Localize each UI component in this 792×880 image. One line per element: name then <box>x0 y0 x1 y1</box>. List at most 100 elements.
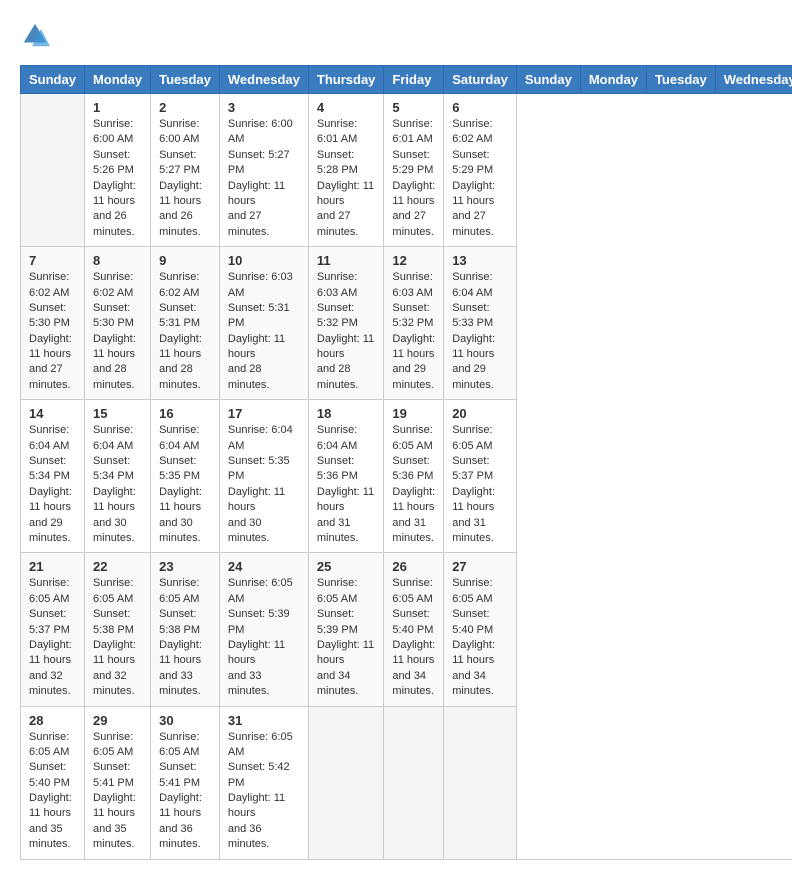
cell-content: Sunrise: 6:03 AMSunset: 5:32 PMDaylight:… <box>392 270 435 393</box>
day-number: 5 <box>392 100 435 115</box>
day-number: 28 <box>29 713 76 728</box>
calendar-cell: 25 Sunrise: 6:05 AMSunset: 5:39 PMDayligh… <box>308 553 384 706</box>
day-number: 13 <box>452 253 508 268</box>
cell-content: Sunrise: 6:02 AMSunset: 5:29 PMDaylight:… <box>452 117 508 240</box>
cell-content: Sunrise: 6:05 AMSunset: 5:37 PMDaylight:… <box>452 423 508 546</box>
calendar-cell: 15Sunrise: 6:04 AMSunset: 5:34 PMDayligh… <box>84 400 150 553</box>
calendar-cell: 28Sunrise: 6:05 AMSunset: 5:40 PMDayligh… <box>21 706 85 859</box>
calendar-cell: 13 Sunrise: 6:04 AMSunset: 5:33 PMDayligh… <box>444 247 517 400</box>
cell-content: Sunrise: 6:05 AMSunset: 5:39 PMDaylight:… <box>317 576 376 699</box>
cell-content: Sunrise: 6:05 AMSunset: 5:36 PMDaylight:… <box>392 423 435 546</box>
calendar-week-5: 28Sunrise: 6:05 AMSunset: 5:40 PMDayligh… <box>21 706 792 859</box>
calendar-cell: 22 Sunrise: 6:05 AMSunset: 5:38 PMDayligh… <box>84 553 150 706</box>
calendar-cell: 21 Sunrise: 6:05 AMSunset: 5:37 PMDayligh… <box>21 553 85 706</box>
calendar-cell: 9 Sunrise: 6:02 AMSunset: 5:31 PMDaylight… <box>151 247 220 400</box>
cell-content: Sunrise: 6:05 AMSunset: 5:39 PMDaylight:… <box>228 576 300 699</box>
day-number: 17 <box>228 406 300 421</box>
calendar-cell: 27 Sunrise: 6:05 AMSunset: 5:40 PMDayligh… <box>444 553 517 706</box>
day-number: 12 <box>392 253 435 268</box>
calendar-cell <box>384 706 444 859</box>
day-header-sunday: Sunday <box>516 66 580 94</box>
cell-content: Sunrise: 6:04 AMSunset: 5:36 PMDaylight:… <box>317 423 376 546</box>
calendar-cell: 30 Sunrise: 6:05 AMSunset: 5:41 PMDayligh… <box>151 706 220 859</box>
day-number: 30 <box>159 713 211 728</box>
day-header-saturday: Saturday <box>444 66 517 94</box>
day-number: 26 <box>392 559 435 574</box>
day-header-sunday: Sunday <box>21 66 85 94</box>
cell-content: Sunrise: 6:05 AMSunset: 5:42 PMDaylight:… <box>228 730 300 853</box>
calendar-cell: 2Sunrise: 6:00 AMSunset: 5:27 PMDaylight… <box>151 94 220 247</box>
cell-content: Sunrise: 6:00 AMSunset: 5:26 PMDaylight:… <box>93 117 142 240</box>
day-number: 10 <box>228 253 300 268</box>
calendar-cell: 1 Sunrise: 6:00 AMSunset: 5:26 PMDaylight… <box>84 94 150 247</box>
cell-content: Sunrise: 6:00 AMSunset: 5:27 PMDaylight:… <box>159 117 211 240</box>
day-number: 20 <box>452 406 508 421</box>
day-number: 16 <box>159 406 211 421</box>
calendar-cell: 11 Sunrise: 6:03 AMSunset: 5:32 PMDayligh… <box>308 247 384 400</box>
cell-content: Sunrise: 6:04 AMSunset: 5:33 PMDaylight:… <box>452 270 508 393</box>
calendar-week-4: 21 Sunrise: 6:05 AMSunset: 5:37 PMDayligh… <box>21 553 792 706</box>
cell-content: Sunrise: 6:05 AMSunset: 5:41 PMDaylight:… <box>159 730 211 853</box>
cell-content: Sunrise: 6:04 AMSunset: 5:35 PMDaylight:… <box>159 423 211 546</box>
cell-content: Sunrise: 6:05 AMSunset: 5:40 PMDaylight:… <box>452 576 508 699</box>
calendar-cell: 26Sunrise: 6:05 AMSunset: 5:40 PMDayligh… <box>384 553 444 706</box>
day-number: 8 <box>93 253 142 268</box>
calendar-cell: 31 Sunrise: 6:05 AMSunset: 5:42 PMDayligh… <box>219 706 308 859</box>
cell-content: Sunrise: 6:05 AMSunset: 5:38 PMDaylight:… <box>93 576 142 699</box>
day-header-monday: Monday <box>84 66 150 94</box>
day-header-friday: Friday <box>384 66 444 94</box>
day-number: 23 <box>159 559 211 574</box>
day-number: 18 <box>317 406 376 421</box>
calendar-cell <box>308 706 384 859</box>
day-header-tuesday: Tuesday <box>151 66 220 94</box>
day-header-thursday: Thursday <box>308 66 384 94</box>
day-number: 3 <box>228 100 300 115</box>
day-number: 27 <box>452 559 508 574</box>
day-number: 31 <box>228 713 300 728</box>
calendar-cell <box>21 94 85 247</box>
calendar-cell: 10 Sunrise: 6:03 AMSunset: 5:31 PMDayligh… <box>219 247 308 400</box>
day-number: 25 <box>317 559 376 574</box>
day-number: 21 <box>29 559 76 574</box>
day-number: 22 <box>93 559 142 574</box>
calendar-cell: 18 Sunrise: 6:04 AMSunset: 5:36 PMDayligh… <box>308 400 384 553</box>
day-header-monday: Monday <box>580 66 646 94</box>
day-number: 24 <box>228 559 300 574</box>
calendar-cell: 29 Sunrise: 6:05 AMSunset: 5:41 PMDayligh… <box>84 706 150 859</box>
calendar-cell: 14 Sunrise: 6:04 AMSunset: 5:34 PMDayligh… <box>21 400 85 553</box>
cell-content: Sunrise: 6:05 AMSunset: 5:41 PMDaylight:… <box>93 730 142 853</box>
day-number: 19 <box>392 406 435 421</box>
calendar-cell: 17 Sunrise: 6:04 AMSunset: 5:35 PMDayligh… <box>219 400 308 553</box>
calendar-cell: 7Sunrise: 6:02 AMSunset: 5:30 PMDaylight… <box>21 247 85 400</box>
logo-icon <box>20 20 50 50</box>
day-number: 29 <box>93 713 142 728</box>
cell-content: Sunrise: 6:01 AMSunset: 5:28 PMDaylight:… <box>317 117 376 240</box>
cell-content: Sunrise: 6:02 AMSunset: 5:31 PMDaylight:… <box>159 270 211 393</box>
cell-content: Sunrise: 6:05 AMSunset: 5:38 PMDaylight:… <box>159 576 211 699</box>
calendar-header-row: SundayMondayTuesdayWednesdayThursdayFrid… <box>21 66 792 94</box>
calendar-cell: 5Sunrise: 6:01 AMSunset: 5:29 PMDaylight… <box>384 94 444 247</box>
cell-content: Sunrise: 6:04 AMSunset: 5:35 PMDaylight:… <box>228 423 300 546</box>
calendar-cell: 23 Sunrise: 6:05 AMSunset: 5:38 PMDayligh… <box>151 553 220 706</box>
cell-content: Sunrise: 6:03 AMSunset: 5:31 PMDaylight:… <box>228 270 300 393</box>
calendar-cell: 24 Sunrise: 6:05 AMSunset: 5:39 PMDayligh… <box>219 553 308 706</box>
day-number: 7 <box>29 253 76 268</box>
calendar-cell: 3 Sunrise: 6:00 AMSunset: 5:27 PMDaylight… <box>219 94 308 247</box>
cell-content: Sunrise: 6:03 AMSunset: 5:32 PMDaylight:… <box>317 270 376 393</box>
day-number: 15 <box>93 406 142 421</box>
calendar-week-3: 14 Sunrise: 6:04 AMSunset: 5:34 PMDayligh… <box>21 400 792 553</box>
day-number: 6 <box>452 100 508 115</box>
day-number: 14 <box>29 406 76 421</box>
cell-content: Sunrise: 6:04 AMSunset: 5:34 PMDaylight:… <box>29 423 76 546</box>
calendar-week-2: 7Sunrise: 6:02 AMSunset: 5:30 PMDaylight… <box>21 247 792 400</box>
day-number: 1 <box>93 100 142 115</box>
day-header-wednesday: Wednesday <box>715 66 792 94</box>
cell-content: Sunrise: 6:00 AMSunset: 5:27 PMDaylight:… <box>228 117 300 240</box>
calendar-cell: 6 Sunrise: 6:02 AMSunset: 5:29 PMDaylight… <box>444 94 517 247</box>
day-number: 9 <box>159 253 211 268</box>
day-number: 4 <box>317 100 376 115</box>
calendar-cell: 12 Sunrise: 6:03 AMSunset: 5:32 PMDayligh… <box>384 247 444 400</box>
cell-content: Sunrise: 6:05 AMSunset: 5:37 PMDaylight:… <box>29 576 76 699</box>
calendar-table: SundayMondayTuesdayWednesdayThursdayFrid… <box>20 65 792 860</box>
day-number: 11 <box>317 253 376 268</box>
